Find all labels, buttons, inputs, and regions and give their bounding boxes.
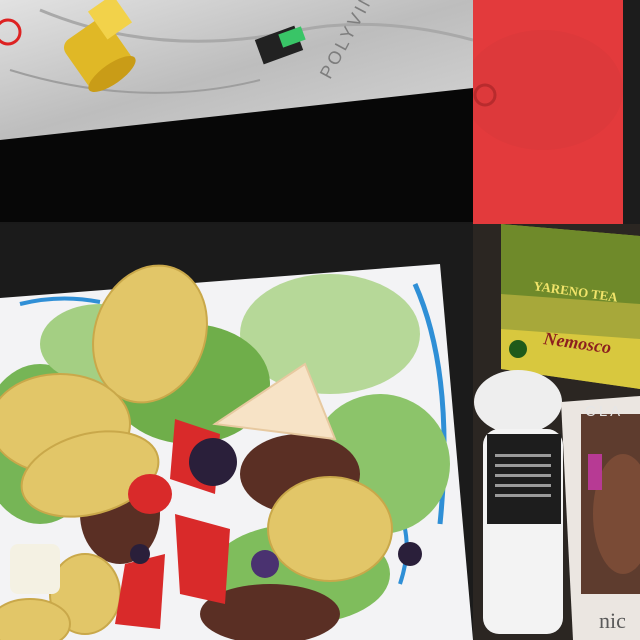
shade-badge xyxy=(588,454,602,490)
hair-dye-brand: CLA xyxy=(585,403,623,420)
photo-plastic-bag-valve: POLYVIN C xyxy=(0,0,473,222)
cheese-cube xyxy=(10,544,60,594)
white-bottle xyxy=(474,370,563,634)
photo-products: YARENO TEA Nemosco CLA nic xyxy=(473,224,640,640)
photo-red-surface xyxy=(473,0,640,224)
bottle-label xyxy=(487,434,561,524)
plastic-bag-illustration: POLYVIN C xyxy=(0,0,473,222)
salad-illustration xyxy=(0,224,473,640)
tea-box xyxy=(501,224,640,389)
hair-dye-shade: nic xyxy=(599,608,626,633)
photo-salad-bowl xyxy=(0,224,473,640)
hair-dye-box xyxy=(561,396,640,640)
products-illustration: YARENO TEA Nemosco CLA nic xyxy=(473,224,640,640)
red-surface-illustration xyxy=(473,0,640,224)
